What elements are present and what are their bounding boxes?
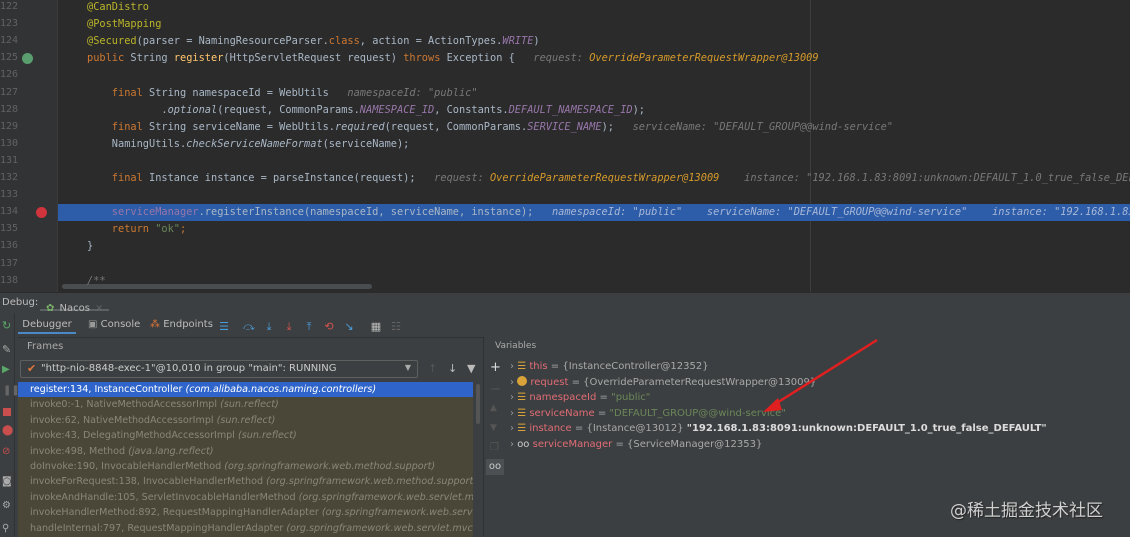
red-annotation-arrow — [763, 338, 878, 412]
watermark: @稀土掘金技术社区 — [950, 501, 1103, 521]
arrow-shaft — [771, 338, 878, 408]
